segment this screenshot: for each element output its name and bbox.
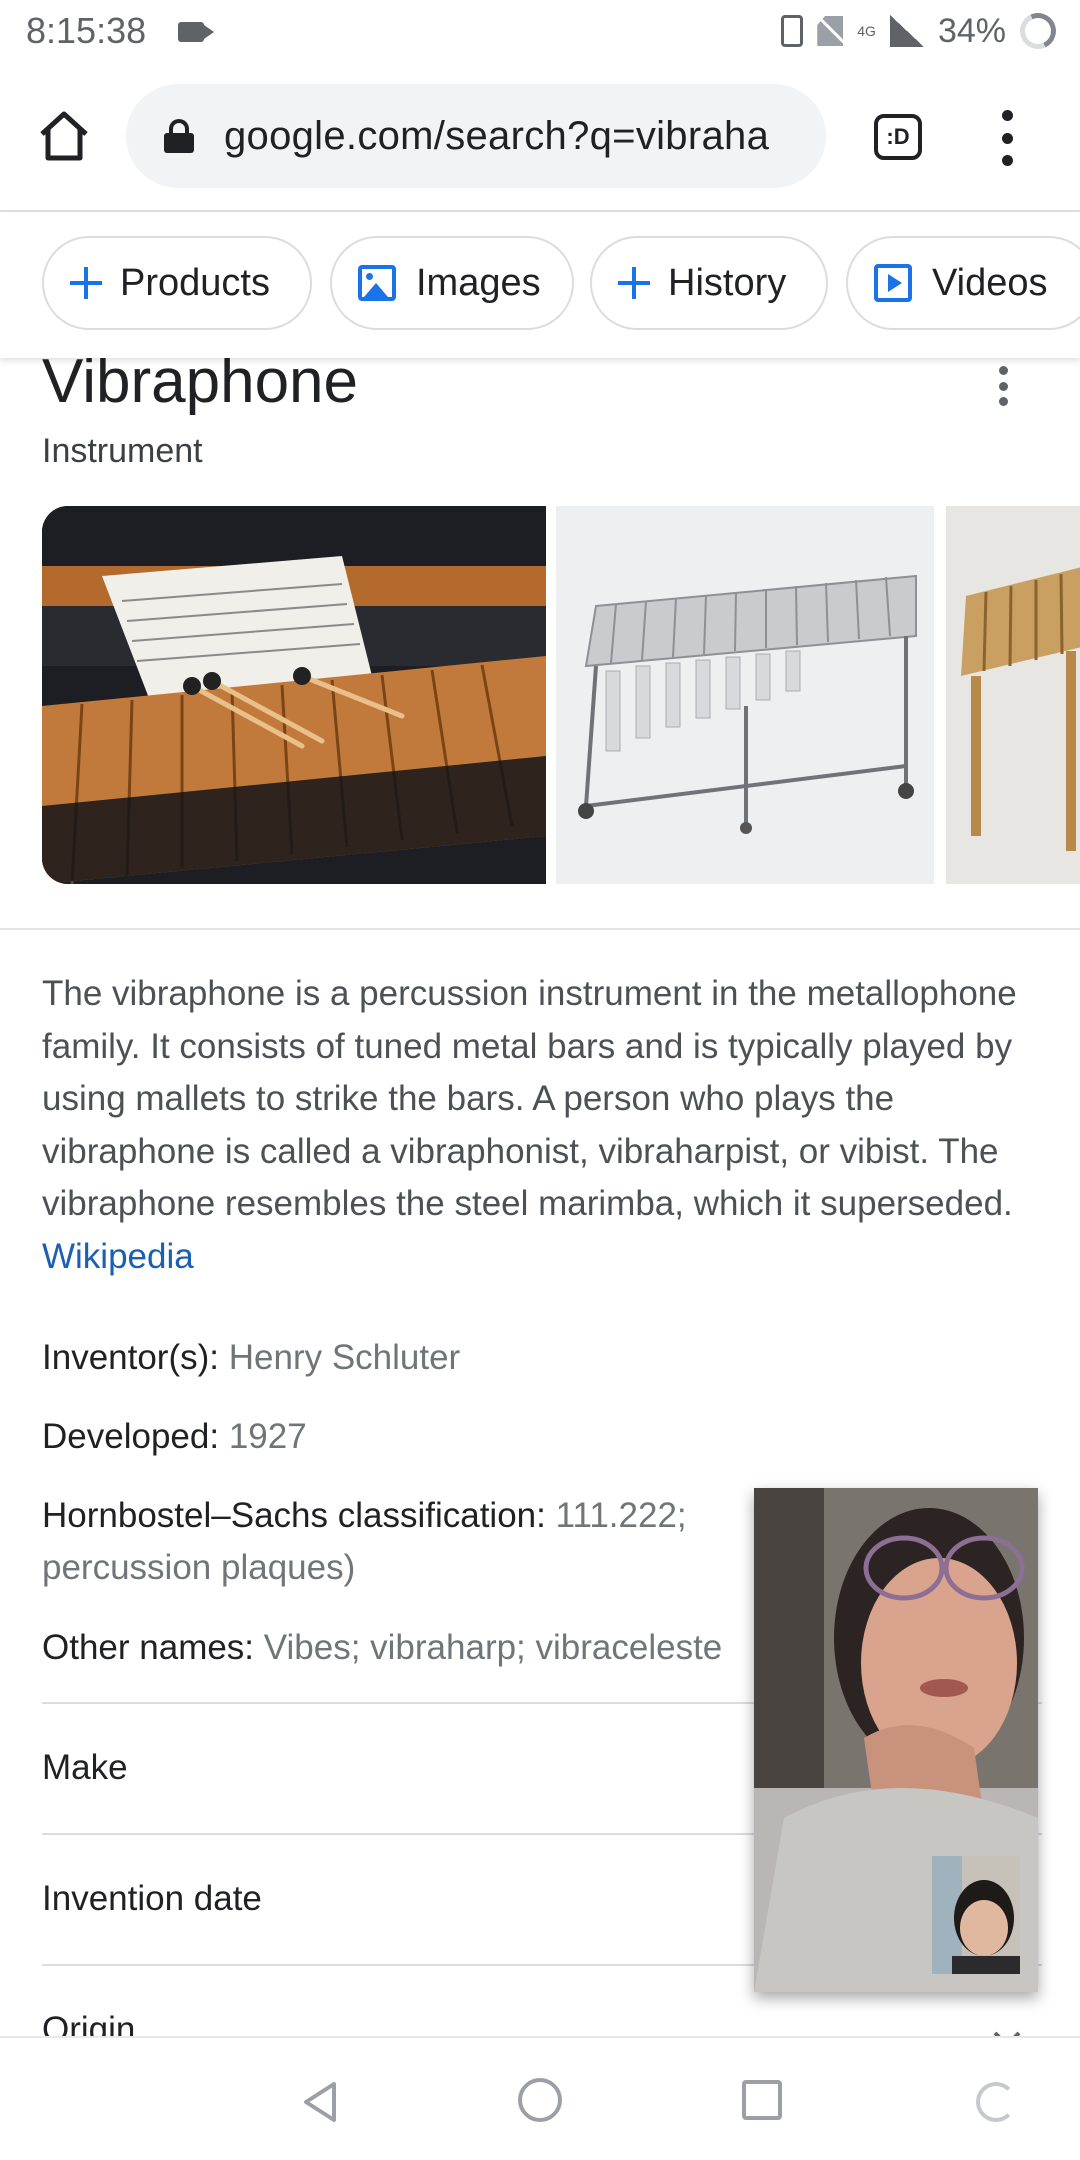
image-icon (358, 265, 396, 301)
row-label: Make (42, 1748, 128, 1787)
system-navigation-bar (0, 2036, 1080, 2160)
video-camera-icon (178, 22, 214, 42)
fact-label: Inventor(s): (42, 1338, 219, 1377)
battery-icon (1014, 7, 1062, 55)
lock-icon (164, 119, 194, 153)
chip-videos[interactable]: Videos (846, 236, 1080, 330)
home-nav-icon[interactable] (518, 2078, 562, 2122)
browser-toolbar: google.com/search?q=vibraha :D (0, 62, 1080, 212)
dot (998, 397, 1008, 406)
video-icon (874, 264, 912, 302)
dot (1001, 132, 1013, 144)
signal-icon (889, 15, 924, 47)
plus-icon (70, 267, 102, 299)
chip-products[interactable]: Products (42, 236, 312, 330)
vibraphone-product-photo (556, 506, 934, 884)
fact-value: Vibes; vibraharp; vibraceleste (263, 1628, 723, 1667)
battery-percent: 34% (937, 11, 1006, 50)
fact-developed: Developed: 1927 (42, 1411, 1052, 1463)
self-video-preview[interactable] (932, 1856, 1020, 1974)
vibraphone-photo-3 (946, 506, 1080, 884)
self-video-feed (932, 1856, 1020, 1974)
fact-label: Other names: (42, 1628, 255, 1667)
more-options-button[interactable] (996, 366, 1010, 406)
gallery-image-vibraphone-studio[interactable] (556, 506, 934, 884)
status-bar: 8:15:38 4G 34% (0, 0, 1080, 62)
fact-value: 1927 (228, 1417, 307, 1456)
no-sim-icon (817, 16, 844, 46)
fact-inventor: Inventor(s): Henry Schluter (42, 1332, 1052, 1384)
address-bar[interactable]: google.com/search?q=vibraha (126, 84, 826, 188)
status-time: 8:15:38 (26, 10, 147, 51)
dot (998, 366, 1008, 375)
description-text: The vibraphone is a percussion instrumen… (42, 974, 1017, 1223)
url-text: google.com/search?q=vibraha (224, 113, 770, 158)
knowledge-panel-subtitle: Instrument (42, 432, 203, 470)
back-icon[interactable] (300, 2080, 340, 2124)
dot (1001, 110, 1013, 121)
chip-history[interactable]: History (590, 236, 828, 330)
overflow-menu-button[interactable] (990, 110, 1024, 166)
chip-label: Videos (932, 261, 1048, 304)
section-divider (0, 928, 1080, 930)
search-filter-chips: Products Images History Videos (0, 212, 1080, 358)
wikipedia-link[interactable]: Wikipedia (42, 1237, 194, 1276)
tab-switcher-button[interactable]: :D (874, 114, 922, 160)
description: The vibraphone is a percussion instrumen… (42, 968, 1042, 1283)
dot (1001, 155, 1013, 166)
fact-value[interactable]: Henry Schluter (229, 1338, 460, 1377)
chip-label: Images (416, 261, 541, 304)
vibraphone-photo (42, 506, 546, 884)
home-icon (40, 111, 88, 161)
gallery-image-vibraphone-stage[interactable] (42, 506, 546, 884)
fact-label: Hornbostel–Sachs classification: (42, 1496, 546, 1535)
image-gallery (42, 506, 1080, 884)
fact-value: 111.222; (555, 1496, 687, 1535)
rotate-icon[interactable] (976, 2082, 1016, 2122)
status-icons: 4G 34% (781, 7, 1062, 55)
fact-value-continued: percussion plaques) (42, 1548, 356, 1587)
home-button[interactable] (36, 108, 92, 164)
plus-icon (618, 267, 650, 299)
chip-images[interactable]: Images (330, 236, 574, 330)
dot (998, 381, 1008, 391)
vibrate-icon (781, 15, 804, 47)
chip-label: Products (120, 261, 270, 304)
network-type: 4G (857, 23, 876, 39)
row-label: Invention date (42, 1879, 262, 1918)
chip-label: History (668, 261, 787, 304)
fact-label: Developed: (42, 1417, 220, 1456)
gallery-image-vibraphone-wood[interactable] (946, 506, 1080, 884)
recents-icon[interactable] (742, 2080, 782, 2120)
